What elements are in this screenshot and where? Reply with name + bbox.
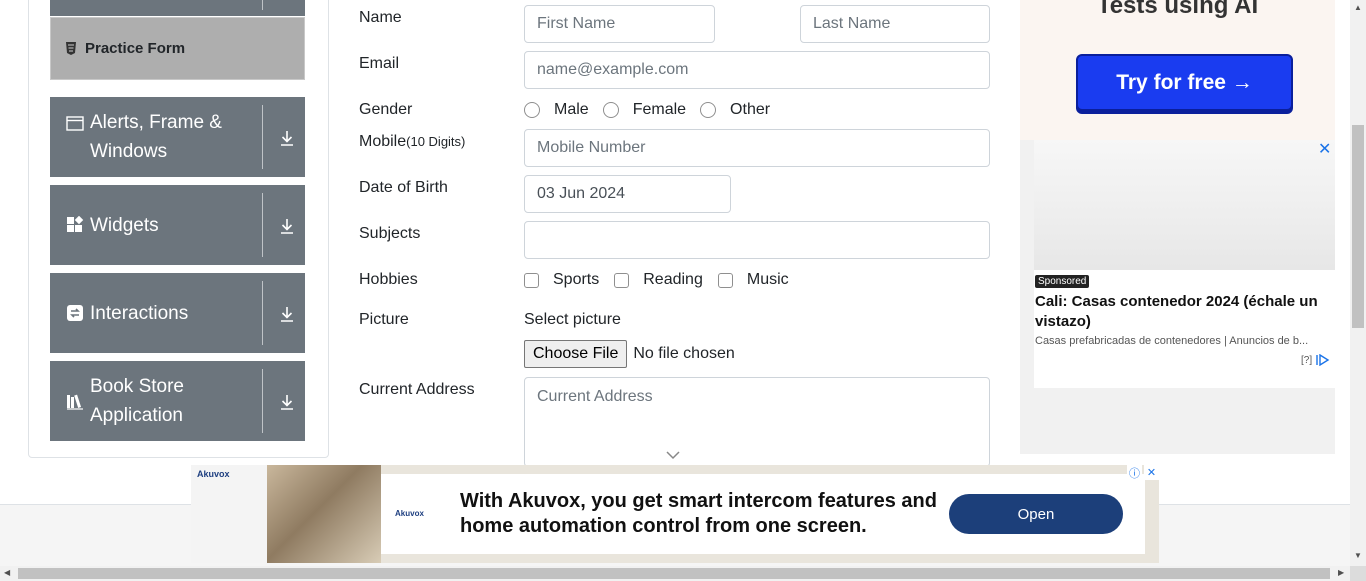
email-input[interactable]: name@example.com (524, 51, 990, 89)
ad-info-text: [?] (1301, 354, 1313, 366)
divider (262, 281, 263, 345)
option-label: Other (730, 101, 771, 118)
hobbies-options: Sports Reading Music (524, 271, 803, 289)
sidebar-item-label: Practice Form (85, 40, 186, 57)
ad-headline[interactable]: With Akuvox, you get smart intercom feat… (460, 489, 940, 539)
ad-photo (267, 465, 381, 563)
ad-title[interactable]: Cali: Casas contenedor 2024 (échale un v… (1035, 292, 1331, 332)
address-textarea[interactable]: Current Address (524, 377, 990, 467)
mobile-label: Mobile(10 Digits) (359, 133, 465, 151)
adchoices-icon[interactable] (1316, 354, 1330, 366)
mobile-hint: (10 Digits) (406, 134, 466, 149)
close-icon[interactable]: ✕ (1144, 465, 1159, 480)
radio-button[interactable] (524, 102, 540, 118)
sidebar-group-forms-stub[interactable] (50, 0, 305, 16)
gender-option-female[interactable]: Female (602, 101, 687, 119)
horizontal-scrollbar[interactable]: ◀ ▶ (0, 566, 1350, 581)
checkbox[interactable] (524, 272, 539, 288)
ad-brand: Akuvox (197, 469, 230, 479)
select-picture-text: Select picture (524, 311, 621, 328)
file-status: No file chosen (633, 345, 735, 362)
download-icon[interactable] (278, 393, 296, 411)
choose-file-button[interactable]: Choose File (524, 340, 628, 368)
close-icon[interactable]: ✕ (1318, 139, 1331, 159)
subjects-label: Subjects (359, 225, 421, 242)
gender-option-other[interactable]: Other (700, 101, 770, 119)
ad-heading: Tests using AI (1096, 0, 1259, 19)
ad-image[interactable] (1034, 140, 1335, 290)
sidebar-group-alerts[interactable]: Alerts, Frame & Windows (50, 97, 305, 177)
hobbies-label: Hobbies (359, 271, 418, 288)
divider (262, 193, 263, 257)
divider (262, 0, 263, 10)
gender-label: Gender (359, 101, 413, 118)
dob-input[interactable]: 03 Jun 2024 (524, 175, 731, 213)
chevron-down-icon (666, 451, 680, 460)
option-label: Sports (553, 271, 600, 288)
mobile-input[interactable]: Mobile Number (524, 129, 990, 167)
option-label: Reading (643, 271, 703, 288)
sidebar-group-bookstore[interactable]: Book Store Application (50, 361, 305, 441)
scroll-right-icon[interactable]: ▶ (1338, 568, 1344, 577)
checkbox[interactable] (717, 272, 733, 288)
divider (262, 105, 263, 169)
open-button[interactable]: Open (949, 494, 1123, 534)
download-icon[interactable] (278, 217, 296, 235)
ad-logo: Akuvox (395, 509, 424, 518)
ad-info[interactable]: [?] (1301, 354, 1330, 366)
vertical-scrollbar[interactable]: ▲ ▼ (1350, 0, 1366, 566)
option-label: Music (746, 271, 789, 288)
bottom-banner-ad[interactable]: Akuvox Akuvox With Akuvox, you get smart… (191, 465, 1159, 563)
option-label: Female (632, 101, 687, 118)
ad-product-thumb (191, 465, 267, 563)
hobby-option-reading[interactable]: Reading (614, 271, 703, 289)
download-icon[interactable] (278, 129, 296, 147)
hobby-option-sports[interactable]: Sports (524, 271, 599, 289)
interactions-icon (67, 305, 83, 321)
sidebar-group-label: Book Store Application (90, 376, 184, 426)
dob-label: Date of Birth (359, 179, 448, 196)
file-upload: Choose File No file chosen (524, 340, 735, 368)
subjects-input[interactable] (524, 221, 990, 259)
widgets-icon (67, 216, 84, 232)
email-label: Email (359, 55, 400, 72)
download-icon[interactable] (278, 305, 296, 323)
first-name-input[interactable]: First Name (524, 5, 715, 43)
scroll-left-icon[interactable]: ◀ (4, 568, 10, 577)
window-icon (66, 116, 84, 131)
scroll-thumb[interactable] (18, 568, 1330, 579)
page: Practice Form Alerts, Frame & Windows Wi… (0, 0, 1366, 581)
divider (262, 369, 263, 433)
radio-button[interactable] (602, 102, 619, 118)
info-icon[interactable]: ⓘ (1127, 465, 1142, 480)
sidebar-group-interactions[interactable]: Interactions (50, 273, 305, 353)
picture-label: Picture (359, 311, 409, 328)
sidebar-group-widgets[interactable]: Widgets (50, 185, 305, 265)
ad-subtitle: Casas prefabricadas de contenedores | An… (1035, 335, 1309, 347)
hobby-option-music[interactable]: Music (717, 271, 789, 289)
sponsored-badge: Sponsored (1035, 275, 1090, 288)
sidebar-group-label: Widgets (90, 214, 159, 236)
bookstore-icon (67, 394, 83, 410)
scroll-up-icon[interactable]: ▲ (1354, 3, 1362, 12)
html5-icon (66, 42, 76, 55)
scroll-thumb[interactable] (1352, 125, 1364, 328)
sidebar-group-label: Alerts, Frame & Windows (90, 112, 222, 162)
checkbox[interactable] (614, 272, 630, 288)
scroll-down-icon[interactable]: ▼ (1354, 551, 1362, 560)
option-label: Male (554, 101, 589, 118)
name-label: Name (359, 9, 402, 26)
gender-option-male[interactable]: Male (524, 101, 589, 119)
sidebar-item-practice-form[interactable]: Practice Form (50, 17, 305, 80)
right-ad: Tests using AI Try for free → ✕ Sponsore… (1020, 0, 1335, 454)
gender-options: Male Female Other (524, 101, 784, 119)
radio-button[interactable] (700, 102, 717, 118)
address-label: Current Address (359, 381, 475, 398)
ad-corner-controls: ⓘ ✕ (1127, 465, 1159, 480)
scrollbar-corner (1350, 566, 1366, 581)
sidebar-group-label: Interactions (90, 302, 189, 324)
try-for-free-button[interactable]: Try for free → (1076, 54, 1293, 111)
last-name-input[interactable]: Last Name (800, 5, 990, 43)
mobile-label-text: Mobile (359, 133, 407, 150)
